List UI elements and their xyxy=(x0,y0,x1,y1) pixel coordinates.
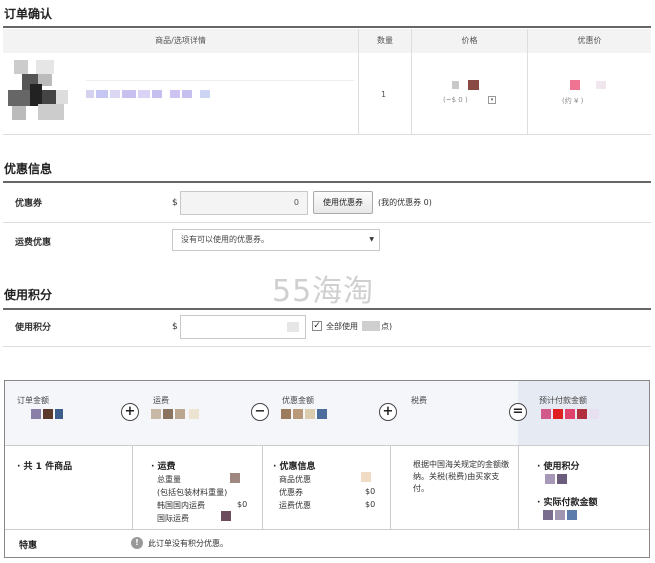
plus-operator: + xyxy=(121,403,139,421)
item-count: · 共 1 件商品 xyxy=(17,462,73,472)
equals-operator: = xyxy=(509,403,527,421)
shipping-amount-label: 运费 xyxy=(153,396,169,405)
plus-operator: + xyxy=(379,403,397,421)
coupon-section-title: 优惠信息 xyxy=(4,162,53,176)
order-section-title: 订单确认 xyxy=(4,7,53,21)
korea-domestic-shipping-label: 韩国国内运费 xyxy=(157,501,205,510)
points-currency: $ xyxy=(172,322,178,332)
product-thumbnail[interactable] xyxy=(8,60,70,122)
price-dropdown-icon[interactable]: ▾ xyxy=(488,96,496,104)
total-weight-label: 总重量 xyxy=(157,475,181,484)
product-name-link[interactable] xyxy=(86,90,216,100)
payment-summary: 订单金额 + 运费 − 优惠金额 + 税费 = 预计付款金额 · 共 1 件商品… xyxy=(4,380,650,558)
coupon-section-rule xyxy=(3,181,651,183)
estimated-payment-label: 预计付款金额 xyxy=(539,396,587,405)
discount-price-converted: (约 ¥ ) xyxy=(562,97,584,105)
discount-price-value xyxy=(570,80,612,90)
divider xyxy=(3,222,651,223)
shipping-coupon-value: $0 xyxy=(365,500,376,509)
col-price: 价格 xyxy=(461,36,478,45)
divider xyxy=(262,445,263,529)
order-section-rule xyxy=(3,26,651,28)
points-amount-input[interactable] xyxy=(180,315,306,339)
coupon-currency: $ xyxy=(172,198,178,208)
shipping-coupon-selected: 没有可以使用的优惠券。 xyxy=(181,235,269,244)
points-label: 使用积分 xyxy=(15,323,52,333)
divider xyxy=(132,445,133,529)
price-value xyxy=(452,80,482,90)
minus-operator: − xyxy=(251,403,269,421)
points-used-heading: · 使用积分 xyxy=(537,462,580,472)
korea-domestic-shipping-value: $0 xyxy=(237,500,248,509)
divider xyxy=(358,29,359,134)
coupon-discount-label: 优惠券 xyxy=(279,488,303,497)
product-separator xyxy=(86,80,354,81)
my-coupon-count[interactable]: (我的优惠券 0) xyxy=(378,197,432,208)
divider xyxy=(390,445,391,529)
divider xyxy=(411,29,412,134)
shipping-coupon-select[interactable]: 没有可以使用的优惠券。 ▼ xyxy=(172,229,380,251)
info-circle-icon: ! xyxy=(131,537,143,549)
tax-label: 税费 xyxy=(411,396,427,405)
col-product-details: 商品/选项详情 xyxy=(155,36,206,45)
points-section-rule xyxy=(3,308,651,310)
international-shipping-label: 国际运费 xyxy=(157,514,189,523)
col-quantity: 数量 xyxy=(377,36,393,45)
actual-payment-heading: · 实际付款金额 xyxy=(537,498,598,508)
order-amount-label: 订单金额 xyxy=(17,396,49,405)
special-offer-text: 此订单没有积分优惠。 xyxy=(148,539,228,548)
use-all-points-suffix: 点) xyxy=(381,322,393,331)
special-offer-row: 特惠 ! 此订单没有积分优惠。 xyxy=(5,529,649,558)
divider xyxy=(5,445,649,446)
divider xyxy=(518,445,519,529)
product-discount-label: 商品优惠 xyxy=(279,475,311,484)
shipping-coupon-label: 运费优惠 xyxy=(279,501,311,510)
special-offer-label: 特惠 xyxy=(19,541,38,551)
col-discount-price: 优惠价 xyxy=(577,36,602,45)
watermark-logo: 55海淘 xyxy=(272,274,375,309)
divider xyxy=(3,134,651,135)
quantity-value: 1 xyxy=(381,90,387,99)
use-all-points-checkbox[interactable]: ✓ xyxy=(312,321,322,331)
discount-detail-heading: · 优惠信息 xyxy=(273,462,316,472)
available-points-value xyxy=(362,321,380,331)
order-table-header: 商品/选项详情 数量 价格 优惠价 xyxy=(3,29,651,53)
tax-note: 根据中国海关规定的金额缴纳。关税(税费)由买家支付。 xyxy=(413,460,509,493)
shipping-discount-label: 运费优惠 xyxy=(15,238,52,248)
shipping-detail-heading: · 运费 xyxy=(151,462,176,472)
coupon-amount-input[interactable]: 0 xyxy=(180,191,308,215)
chevron-down-icon: ▼ xyxy=(369,236,374,243)
price-converted: (~$ 0 ) xyxy=(443,96,468,104)
discount-amount-label: 优惠金额 xyxy=(282,396,314,405)
use-all-points-label: 全部使用 xyxy=(326,322,358,331)
coupon-amount-value: 0 xyxy=(293,198,299,207)
coupon-label: 优惠券 xyxy=(15,199,43,209)
divider xyxy=(3,346,651,347)
divider xyxy=(527,29,528,134)
points-section-title: 使用积分 xyxy=(4,288,53,302)
weight-note: (包括包装材料重量) xyxy=(157,488,228,497)
use-coupon-button[interactable]: 使用优惠券 xyxy=(313,191,373,214)
coupon-discount-value: $0 xyxy=(365,487,376,496)
